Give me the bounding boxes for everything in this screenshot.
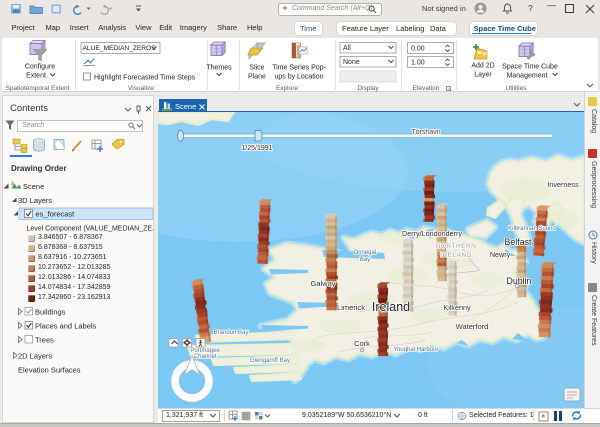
svg-text:1/25/1991: 1/25/1991 xyxy=(241,145,272,152)
svg-text:Galway: Galway xyxy=(310,279,335,288)
svg-text:Channel: Channel xyxy=(194,354,216,360)
svg-text:2D Layers: 2D Layers xyxy=(18,352,52,361)
svg-text:3D Layers: 3D Layers xyxy=(18,196,52,205)
svg-text:None: None xyxy=(343,59,360,66)
svg-text:Tórshavn: Tórshavn xyxy=(411,129,440,136)
svg-text:All: All xyxy=(343,45,351,52)
svg-text:Add 2D: Add 2D xyxy=(471,63,494,70)
svg-text:Highlight Forecasted Time Step: Highlight Forecasted Time Steps xyxy=(94,75,196,82)
svg-text:NORTHERN: NORTHERN xyxy=(436,243,477,250)
svg-text:Waterford: Waterford xyxy=(456,322,489,331)
svg-text:Trees: Trees xyxy=(35,336,54,345)
svg-text:Youghal Harbour: Youghal Harbour xyxy=(394,347,439,353)
svg-text:Slice: Slice xyxy=(249,65,264,72)
svg-text:0.00: 0.00 xyxy=(411,46,425,53)
svg-text:Belfast: Belfast xyxy=(505,237,532,247)
svg-text:Kilbrannan Sound: Kilbrannan Sound xyxy=(508,226,556,232)
svg-text:Bay: Bay xyxy=(360,257,370,263)
svg-text:Donegal: Donegal xyxy=(354,250,376,256)
svg-text:Elevation Surfaces: Elevation Surfaces xyxy=(18,366,81,375)
svg-text:Extent: Extent xyxy=(26,73,46,80)
svg-text:Inverness: Inverness xyxy=(547,180,579,189)
svg-text:Glengarriff Bay: Glengarriff Bay xyxy=(250,358,290,364)
svg-text:1.00: 1.00 xyxy=(411,60,425,67)
svg-text:Ireland: Ireland xyxy=(372,300,410,314)
svg-text:ups by Location: ups by Location xyxy=(274,74,323,81)
svg-text:Management: Management xyxy=(507,73,548,80)
svg-text:ALUE_MEDIAN_ZEROS: ALUE_MEDIAN_ZEROS xyxy=(83,45,157,52)
svg-text:Scene: Scene xyxy=(23,182,44,191)
svg-text:Places and Labels: Places and Labels xyxy=(35,322,97,331)
svg-text:es_forecast: es_forecast xyxy=(36,210,76,219)
svg-text:Time Series Pop-: Time Series Pop- xyxy=(272,65,326,72)
svg-text:Plane: Plane xyxy=(248,74,266,81)
svg-text:Space Time Cube: Space Time Cube xyxy=(502,64,558,71)
svg-text:Cork: Cork xyxy=(354,339,370,348)
svg-text:Derry/Londonderry: Derry/Londonderry xyxy=(402,229,462,238)
svg-text:Layer: Layer xyxy=(474,72,492,79)
svg-text:Newry: Newry xyxy=(490,250,511,259)
svg-text:Themes: Themes xyxy=(206,65,232,72)
svg-text:Dublin: Dublin xyxy=(507,276,532,286)
svg-text:Configure: Configure xyxy=(25,64,55,71)
svg-text:Limerick: Limerick xyxy=(337,303,365,312)
svg-text:Kilkenny: Kilkenny xyxy=(443,303,471,312)
svg-text:Level Component (VALUE_MEDIAN_: Level Component (VALUE_MEDIAN_ZE... xyxy=(27,226,155,233)
svg-text:Brandon Bay: Brandon Bay xyxy=(214,330,249,336)
svg-text:IRELAND: IRELAND xyxy=(440,252,472,259)
svg-text:Buildings: Buildings xyxy=(35,308,66,317)
